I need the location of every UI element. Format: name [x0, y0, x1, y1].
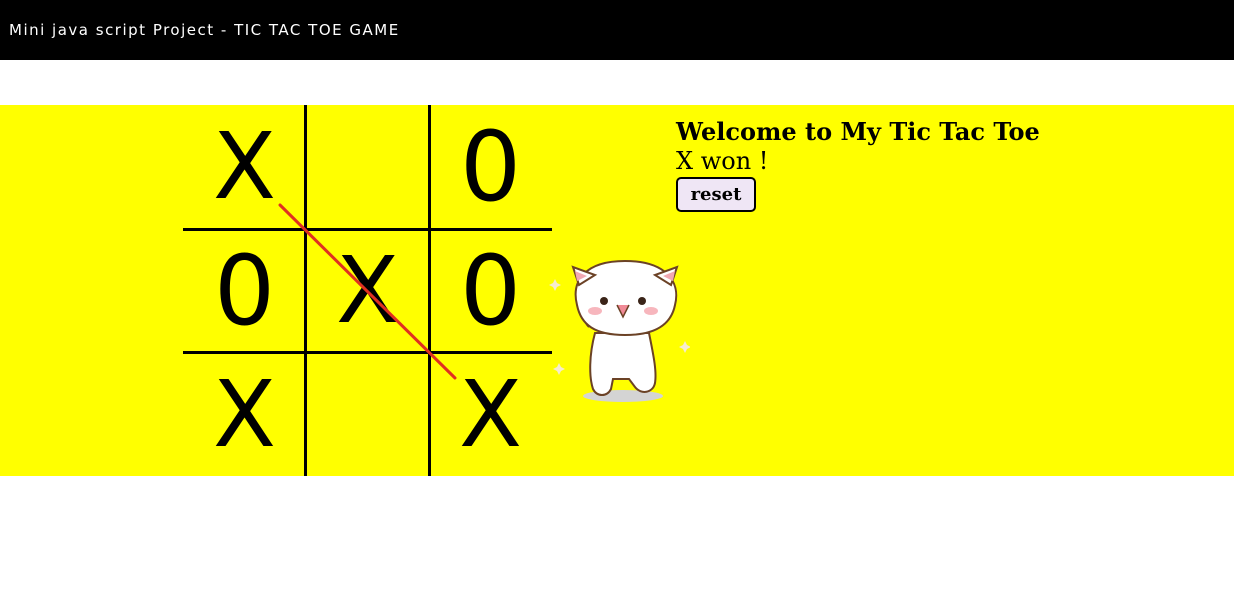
welcome-heading: Welcome to My Tic Tac Toe	[676, 117, 1040, 146]
board-cell-0[interactable]: X	[183, 105, 306, 228]
board-cell-5[interactable]: 0	[429, 229, 552, 352]
grid-line-horizontal-2	[183, 351, 552, 354]
grid-line-horizontal-1	[183, 228, 552, 231]
board-cell-6[interactable]: X	[183, 353, 306, 476]
game-area: X 0 0 X 0 X X Welcome to My Tic Tac Toe …	[0, 105, 1234, 476]
board-cell-3[interactable]: 0	[183, 229, 306, 352]
header-bar: Mini java script Project - TIC TAC TOE G…	[0, 0, 1234, 60]
game-status: X won !	[676, 147, 769, 175]
grid-line-vertical-1	[304, 105, 307, 476]
info-panel: Welcome to My Tic Tac Toe X won ! reset	[676, 117, 1040, 212]
board-cell-4[interactable]: X	[306, 229, 429, 352]
board-cell-2[interactable]: 0	[429, 105, 552, 228]
happy-cat-icon	[545, 255, 691, 405]
board-cell-7[interactable]	[306, 353, 429, 476]
game-board: X 0 0 X 0 X X	[183, 105, 552, 476]
reset-button[interactable]: reset	[676, 177, 756, 212]
page-title: Mini java script Project - TIC TAC TOE G…	[9, 21, 400, 39]
board-cell-1[interactable]	[306, 105, 429, 228]
grid-line-vertical-2	[428, 105, 431, 476]
board-cell-8[interactable]: X	[429, 353, 552, 476]
